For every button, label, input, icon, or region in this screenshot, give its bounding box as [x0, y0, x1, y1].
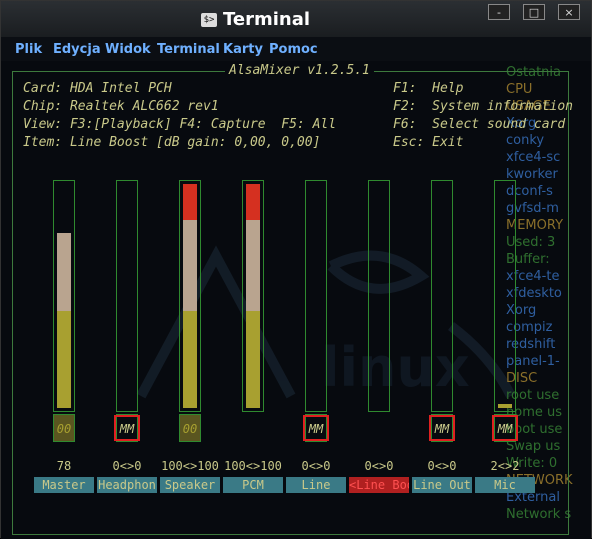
- channel-name-4[interactable]: PCM: [223, 477, 283, 493]
- volume-bar-2[interactable]: [116, 180, 138, 412]
- help-f1: F1: Help: [393, 81, 464, 96]
- channel-name-1[interactable]: Master: [34, 477, 94, 493]
- help-f2: F2: System information: [393, 99, 574, 114]
- view-info: View: F3:[Playback] F4: Capture F5: All: [23, 117, 337, 132]
- level-mid-4: [246, 220, 260, 311]
- mute-highlight-2: [114, 415, 140, 441]
- menu-widok[interactable]: Widok: [105, 42, 151, 57]
- mute-toggle-1[interactable]: 00: [53, 414, 75, 442]
- level-mid-3: [183, 220, 197, 311]
- mute-label: 00: [54, 415, 74, 441]
- title-group: $> Terminal: [201, 9, 310, 30]
- mute-label: 00: [180, 415, 200, 441]
- channel-value-5: 0<>0: [301, 459, 331, 473]
- mute-highlight-5: [303, 415, 329, 441]
- item-info: Item: Line Boost [dB gain: 0,00, 0,00]: [23, 135, 321, 150]
- level-high-3: [183, 184, 197, 220]
- channel-name-7[interactable]: Line Out: [412, 477, 472, 493]
- menu-pomoc[interactable]: Pomoc: [269, 42, 318, 57]
- menu-edycja[interactable]: Edycja: [53, 42, 101, 57]
- terminal-icon: $>: [201, 12, 217, 27]
- channel-name-8[interactable]: Mic: [475, 477, 535, 493]
- level-mid-1: [57, 233, 71, 311]
- menu-karty[interactable]: Karty: [223, 42, 263, 57]
- chip-info: Chip: Realtek ALC662 rev1: [23, 99, 219, 114]
- mute-highlight-7: [429, 415, 455, 441]
- close-button[interactable]: ×: [558, 4, 580, 20]
- volume-bar-5[interactable]: [305, 180, 327, 412]
- help-f6: F6: Select sound card: [393, 117, 566, 132]
- window-title: Terminal: [223, 9, 311, 30]
- channel-name-5[interactable]: Line: [286, 477, 346, 493]
- terminal-area[interactable]: linux Ostatnia CPU USAGE Xorg conky xfce4-sc k…: [1, 61, 591, 539]
- help-esc: Esc: Exit: [393, 135, 464, 150]
- alsamixer-title: AlsaMixer v1.2.5.1: [225, 63, 374, 78]
- terminal-window: $> Terminal - □ × Plik Edycja Widok Term…: [0, 0, 592, 539]
- minimize-button[interactable]: -: [488, 4, 510, 20]
- channel-value-1: 78: [56, 459, 72, 473]
- mute-toggle-3[interactable]: 00: [179, 414, 201, 442]
- volume-bar-8[interactable]: [494, 180, 516, 412]
- channel-value-8: 2<>2: [490, 459, 520, 473]
- title-bar[interactable]: $> Terminal - □ ×: [1, 1, 591, 37]
- card-info: Card: HDA Intel PCH: [23, 81, 172, 96]
- channel-value-7: 0<>0: [427, 459, 457, 473]
- level-low-4: [246, 311, 260, 408]
- level-low-1: [57, 311, 71, 408]
- channel-name-3[interactable]: Speaker: [160, 477, 220, 493]
- mute-highlight-8: [492, 415, 518, 441]
- volume-bar-6[interactable]: [368, 180, 390, 412]
- channel-value-2: 0<>0: [112, 459, 142, 473]
- level-high-4: [246, 184, 260, 220]
- volume-bar-7[interactable]: [431, 180, 453, 412]
- menu-terminal[interactable]: Terminal: [157, 42, 220, 57]
- channel-value-3: 100<>100: [161, 459, 219, 473]
- level-low-3: [183, 311, 197, 408]
- menu-bar: Plik Edycja Widok Terminal Karty Pomoc: [1, 37, 591, 61]
- channel-name-2[interactable]: Headphon: [97, 477, 157, 493]
- level-low-8: [498, 404, 512, 408]
- channel-name-6[interactable]: <Line Boo>: [349, 477, 409, 493]
- channel-value-6: 0<>0: [364, 459, 394, 473]
- menu-plik[interactable]: Plik: [15, 42, 42, 57]
- channel-value-4: 100<>100: [224, 459, 282, 473]
- maximize-button[interactable]: □: [523, 4, 545, 20]
